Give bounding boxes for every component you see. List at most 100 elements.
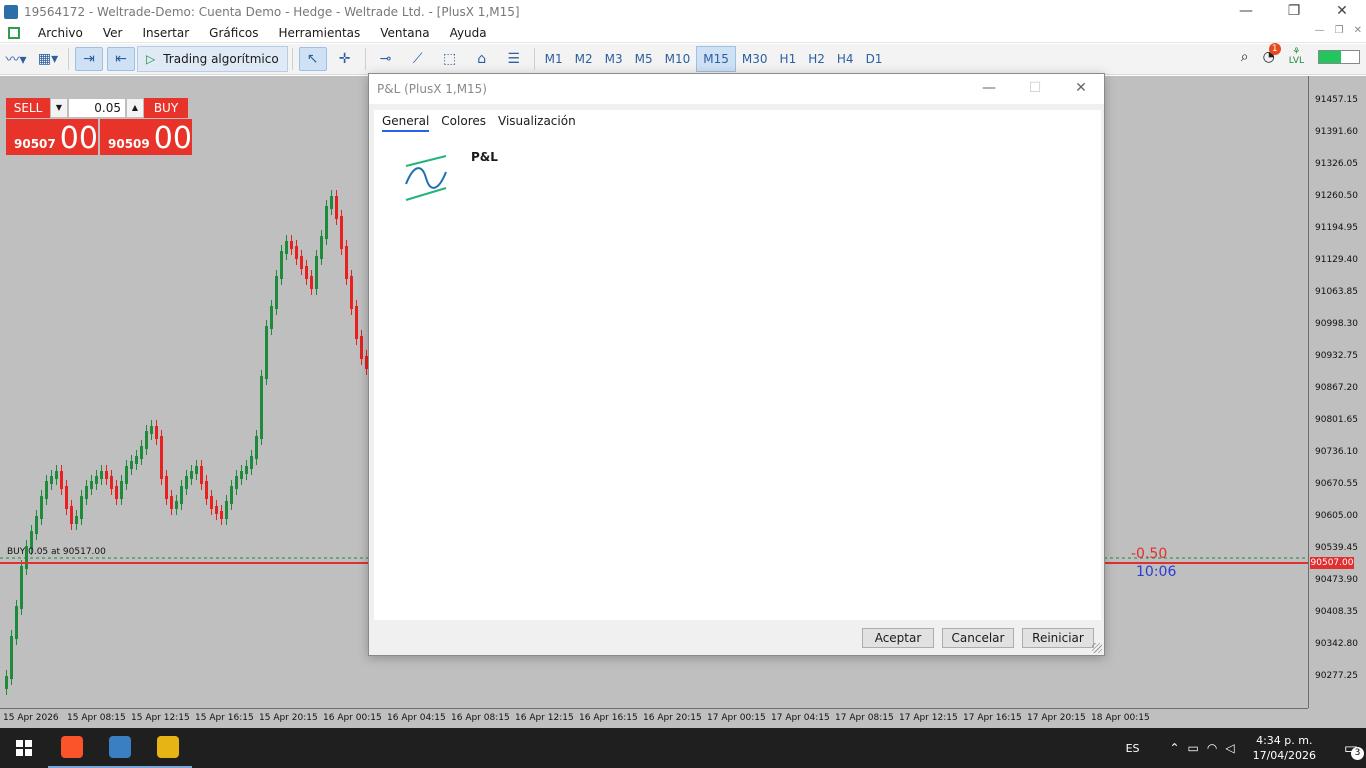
cursor-icon[interactable]: ↖ [298, 47, 327, 71]
timeframe-m10[interactable]: M10 [659, 46, 697, 72]
taskbar-brave[interactable] [48, 728, 96, 768]
tab-visualizacion[interactable]: Visualización [498, 114, 576, 132]
candle-body [275, 276, 278, 309]
timeframe-m1[interactable]: M1 [539, 46, 569, 72]
tray-icons[interactable]: ⌃▭◠◁ [1170, 741, 1243, 755]
child-minimize-icon[interactable]: — [1315, 25, 1325, 36]
time-tick-label: 16 Apr 08:15 [451, 713, 510, 723]
timeframe-h4[interactable]: H4 [831, 46, 860, 72]
ok-button[interactable]: Aceptar [862, 628, 934, 648]
autoscroll-icon[interactable]: ⇥ [75, 47, 103, 71]
taskbar: ES ⌃▭◠◁ 4:34 p. m. 17/04/2026 ▭ 3 [0, 728, 1366, 768]
close-button[interactable]: ✕ [1318, 0, 1366, 23]
buy-price-box[interactable]: 90509 00 [100, 119, 192, 155]
candle-body [65, 486, 68, 509]
timeframe-h2[interactable]: H2 [802, 46, 831, 72]
trendline-icon[interactable]: ⟋ [404, 47, 432, 71]
dialog-close-button[interactable]: ✕ [1058, 74, 1104, 104]
taskbar-mt5[interactable] [144, 728, 192, 768]
timeframe-d1[interactable]: D1 [860, 46, 889, 72]
clock[interactable]: 4:34 p. m. 17/04/2026 [1253, 733, 1316, 763]
rectangle-icon[interactable]: ⬚ [436, 47, 464, 71]
sell-price-box[interactable]: 90507 00 [6, 119, 98, 155]
timeframe-m30[interactable]: M30 [736, 46, 774, 72]
notifications-icon[interactable]: ◔ 1 [1263, 43, 1281, 65]
maximize-button[interactable]: ❐ [1270, 0, 1318, 23]
taskbar-metatrader[interactable] [96, 728, 144, 768]
menu-ventana[interactable]: Ventana [370, 26, 439, 40]
menu-insertar[interactable]: Insertar [132, 26, 199, 40]
menu-archivo[interactable]: Archivo [28, 26, 93, 40]
action-center-icon[interactable]: ▭ 3 [1336, 739, 1366, 760]
price-tick-label: 90539.45 [1315, 543, 1358, 553]
price-tick-label: 90867.20 [1315, 383, 1358, 393]
cancel-button[interactable]: Cancelar [942, 628, 1014, 648]
child-close-icon[interactable]: ✕ [1354, 25, 1362, 36]
template-icon[interactable]: ▦▾ [34, 47, 62, 71]
dialog-footer: Aceptar Cancelar Reiniciar [369, 622, 1104, 656]
price-axis[interactable]: 91457.15 91391.60 91326.05 91260.50 91194.95… [1308, 76, 1366, 708]
indicator-properties-dialog: P&L (PlusX 1,M15) — ☐ ✕ General Colores … [368, 73, 1105, 656]
dialog-maximize-button[interactable]: ☐ [1012, 74, 1058, 104]
candle-body [340, 216, 343, 249]
menu-ver[interactable]: Ver [93, 26, 133, 40]
chart-shift-icon[interactable]: ⇤ [107, 47, 135, 71]
price-tick-label: 91457.15 [1315, 95, 1358, 105]
candle-body [185, 476, 188, 489]
price-tick-label: 90342.80 [1315, 639, 1358, 649]
time-axis[interactable]: 15 Apr 2026 15 Apr 08:15 15 Apr 12:15 15 Ap… [0, 708, 1308, 728]
buy-button[interactable]: BUY [144, 98, 188, 118]
price-tick-label: 90801.65 [1315, 415, 1358, 425]
menu-graficos[interactable]: Gráficos [199, 26, 268, 40]
candle-body [325, 206, 328, 239]
tab-colores[interactable]: Colores [441, 114, 486, 132]
child-restore-icon[interactable]: ❐ [1335, 25, 1344, 36]
price-tick-label: 90605.00 [1315, 511, 1358, 521]
chart-window-icon[interactable] [8, 26, 20, 39]
menu-ayuda[interactable]: Ayuda [440, 26, 497, 40]
sell-button[interactable]: SELL [6, 98, 50, 118]
candle-body [245, 466, 248, 474]
crosshair-icon[interactable]: ✛ [331, 47, 359, 71]
candle-body [345, 246, 348, 279]
one-click-trading-panel: SELL ▼ 0.05 ▲ BUY 90507 00 90509 00 [6, 98, 194, 156]
timeframe-h1[interactable]: H1 [774, 46, 803, 72]
search-icon[interactable]: ⌕ [1241, 49, 1249, 65]
candle-body [330, 196, 333, 209]
open-order-label[interactable]: BUY 0.05 at 90517.00 [7, 547, 106, 557]
play-icon: ▷ [146, 52, 156, 66]
time-tick-label: 15 Apr 2026 [3, 713, 59, 723]
language-indicator[interactable]: ES [1126, 742, 1140, 755]
lot-decrease-icon[interactable]: ▼ [50, 98, 68, 118]
algo-trading-button[interactable]: ▷ Trading algorítmico [137, 46, 288, 72]
timeframe-m15[interactable]: M15 [696, 46, 736, 72]
candle-body [120, 481, 123, 499]
reset-button[interactable]: Reiniciar [1022, 628, 1094, 648]
chart-type-icon[interactable]: 〰▾ [2, 47, 30, 71]
toolbar-separator [364, 48, 366, 70]
start-button[interactable] [0, 728, 48, 768]
timeframe-m2[interactable]: M2 [569, 46, 599, 72]
lot-increase-icon[interactable]: ▲ [126, 98, 144, 118]
candle-body [235, 476, 238, 489]
fibonacci-icon[interactable]: ☰ [500, 47, 528, 71]
resize-grip-icon[interactable] [1092, 643, 1102, 653]
candle-body [15, 606, 18, 639]
signal-level-icon[interactable]: ⚘ LVL [1289, 48, 1304, 66]
system-tray: ES ⌃▭◠◁ 4:34 p. m. 17/04/2026 ▭ 3 [1126, 728, 1366, 768]
timeframe-m3[interactable]: M3 [599, 46, 629, 72]
dialog-body: General Colores Visualización P&L [374, 110, 1101, 620]
shapes-icon[interactable]: ⌂ [468, 47, 496, 71]
timeframe-m5[interactable]: M5 [629, 46, 659, 72]
sell-price-main: 90507 [14, 137, 56, 151]
horizontal-line-icon[interactable]: ⊸ [372, 47, 400, 71]
tab-general[interactable]: General [382, 114, 430, 132]
candle-body [355, 306, 358, 339]
menu-herramientas[interactable]: Herramientas [269, 26, 371, 40]
candle-body [55, 471, 58, 479]
clock-date: 17/04/2026 [1252, 749, 1316, 762]
price-tick-label: 90473.90 [1315, 575, 1358, 585]
minimize-button[interactable]: — [1222, 0, 1270, 23]
lot-size-input[interactable]: 0.05 [68, 98, 126, 118]
dialog-minimize-button[interactable]: — [966, 74, 1012, 104]
